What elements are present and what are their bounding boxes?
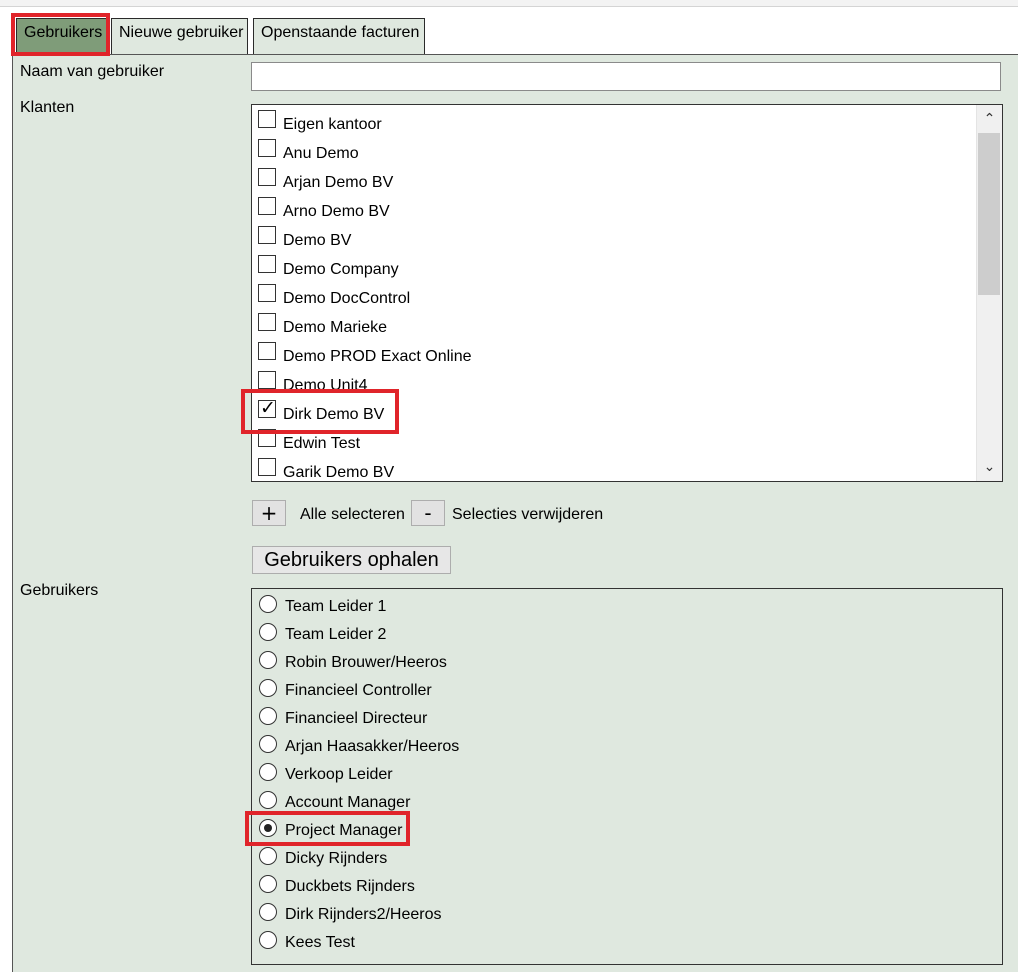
chevron-down-icon[interactable]: ⌄ bbox=[977, 453, 1002, 481]
users-radio-list: Team Leider 1 Team Leider 2 Robin Brouwe… bbox=[251, 588, 1003, 965]
radio-button-selected[interactable] bbox=[259, 819, 277, 837]
radio-button[interactable] bbox=[259, 595, 277, 613]
checkbox[interactable] bbox=[258, 429, 276, 447]
tab-openstaande-facturen[interactable]: Openstaande facturen bbox=[253, 18, 425, 54]
checkbox[interactable] bbox=[258, 342, 276, 360]
checkbox[interactable] bbox=[258, 284, 276, 302]
radio-button[interactable] bbox=[259, 931, 277, 949]
username-input[interactable] bbox=[251, 62, 1001, 91]
checkbox[interactable] bbox=[258, 255, 276, 273]
clear-selection-label: Selecties verwijderen bbox=[452, 506, 604, 523]
clients-scrollbar[interactable]: ⌃ ⌄ bbox=[976, 105, 1002, 481]
tab-gebruikers[interactable]: Gebruikers bbox=[16, 18, 107, 54]
checkbox[interactable] bbox=[258, 313, 276, 331]
clients-listbox[interactable]: Eigen kantoor Anu Demo Arjan Demo BV Arn… bbox=[251, 104, 1003, 482]
fetch-users-button[interactable]: Gebruikers ophalen bbox=[252, 546, 451, 574]
radio-button[interactable] bbox=[259, 847, 277, 865]
checkbox[interactable] bbox=[258, 371, 276, 389]
radio-button[interactable] bbox=[259, 679, 277, 697]
checkbox[interactable] bbox=[258, 139, 276, 157]
radio-button[interactable] bbox=[259, 735, 277, 753]
radio-button[interactable] bbox=[259, 651, 277, 669]
username-label: Naam van gebruiker bbox=[20, 63, 165, 80]
checkbox[interactable] bbox=[258, 226, 276, 244]
checkbox[interactable] bbox=[258, 458, 276, 476]
radio-button[interactable] bbox=[259, 763, 277, 781]
tab-nieuwe-gebruiker[interactable]: Nieuwe gebruiker bbox=[111, 18, 248, 54]
checkbox-checked[interactable] bbox=[258, 397, 276, 419]
radio-button[interactable] bbox=[259, 875, 277, 893]
checkbox[interactable] bbox=[258, 197, 276, 215]
clients-label: Klanten bbox=[20, 99, 75, 116]
checkbox[interactable] bbox=[258, 110, 276, 128]
top-border bbox=[0, 0, 1018, 7]
radio-button[interactable] bbox=[259, 903, 277, 921]
select-all-button[interactable]: + bbox=[252, 500, 286, 526]
radio-button[interactable] bbox=[259, 707, 277, 725]
radio-button[interactable] bbox=[259, 623, 277, 641]
radio-button[interactable] bbox=[259, 791, 277, 809]
select-all-label: Alle selecteren bbox=[300, 506, 405, 523]
clear-selection-button[interactable]: - bbox=[411, 500, 445, 526]
users-label: Gebruikers bbox=[20, 582, 99, 599]
chevron-up-icon[interactable]: ⌃ bbox=[977, 105, 1002, 133]
checkbox[interactable] bbox=[258, 168, 276, 186]
scroll-thumb[interactable] bbox=[978, 133, 1000, 295]
